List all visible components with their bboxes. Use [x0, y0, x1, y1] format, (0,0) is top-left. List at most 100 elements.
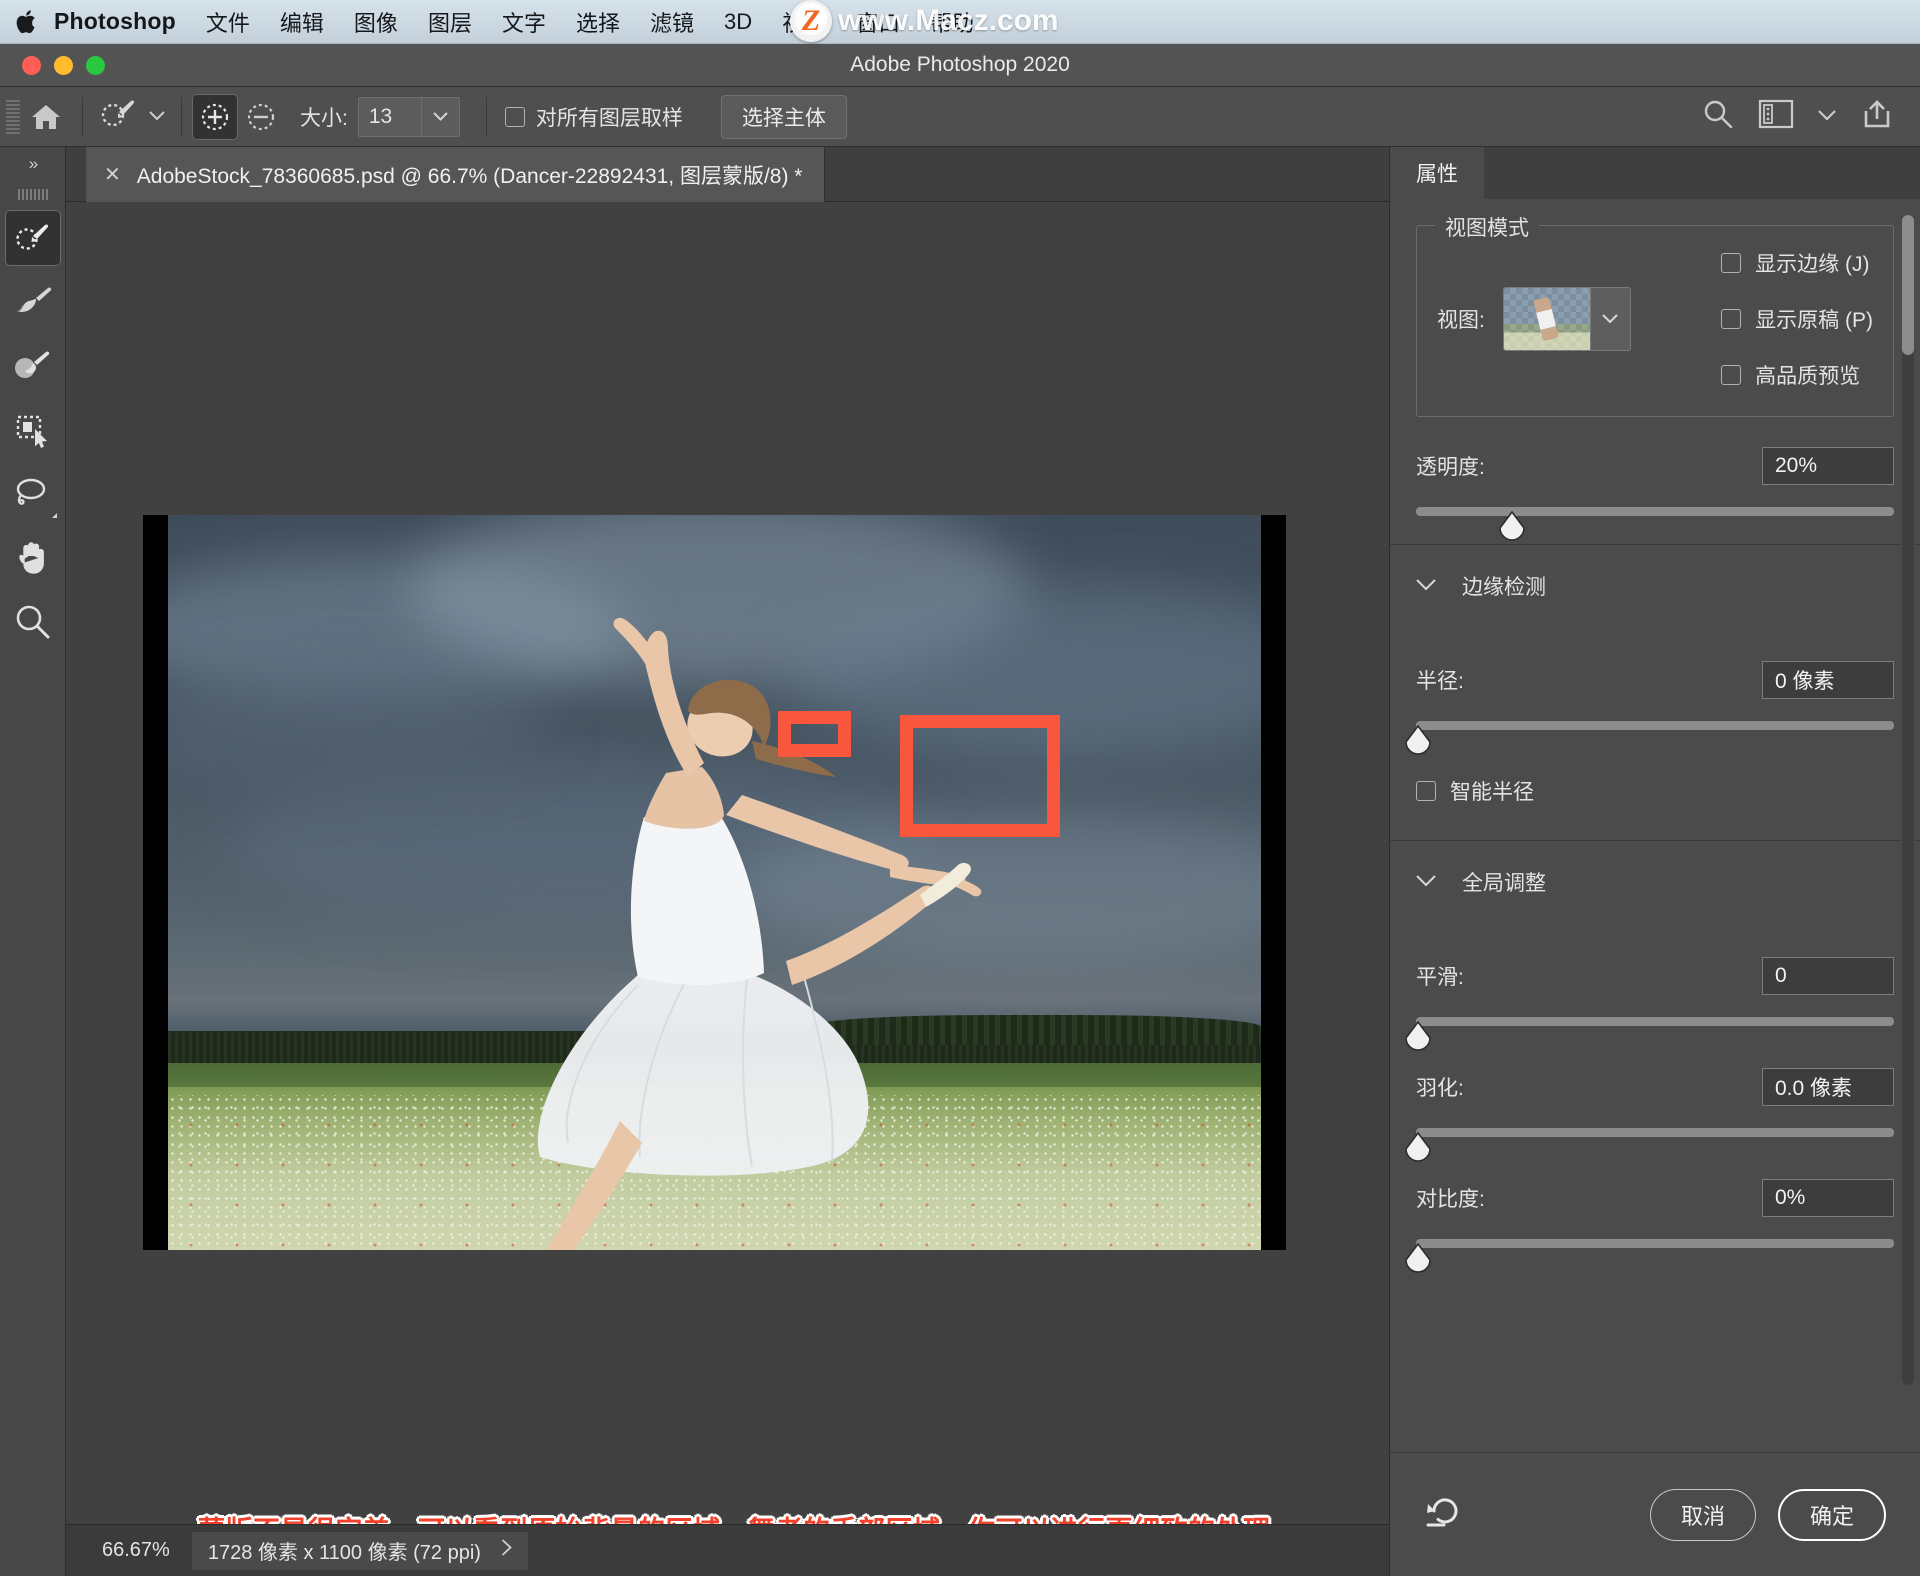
head-region-box [778, 711, 851, 757]
size-input[interactable]: 13 [357, 96, 460, 137]
opacity-slider-track[interactable] [1416, 507, 1894, 541]
radius-slider-handle[interactable] [1404, 724, 1432, 755]
chevron-down-icon[interactable] [420, 97, 459, 136]
chevron-right-icon[interactable] [501, 1539, 512, 1562]
feather-value[interactable]: 0.0 像素 [1762, 1068, 1894, 1106]
menu-item-select[interactable]: 选择 [576, 6, 620, 38]
sidebar-tool-quick-selection[interactable] [4, 210, 61, 266]
options-bar-grip[interactable] [6, 99, 20, 134]
annotation-caption: 蒙版不是很完美，可以看到原始背景的区域，舞者的手部区域，你可以进行更细致的处理 [198, 1509, 1271, 1524]
zoom-level[interactable]: 66.67% [102, 1539, 170, 1562]
sidebar-tool-lasso[interactable] [5, 466, 61, 522]
document-dimensions[interactable]: 1728 像素 x 1100 像素 (72 ppi) [191, 1531, 528, 1570]
ok-button[interactable]: 确定 [1777, 1488, 1886, 1541]
contrast-slider-handle[interactable] [1404, 1242, 1432, 1273]
canvas-area[interactable]: 蒙版不是很完美，可以看到原始背景的区域，舞者的手部区域，你可以进行更细致的处理 [66, 202, 1389, 1524]
radius-control: 半径: 0 像素 [1405, 661, 1894, 755]
cancel-button[interactable]: 取消 [1649, 1488, 1756, 1541]
panel-scrollbar-track[interactable] [1902, 215, 1914, 1385]
smooth-value[interactable]: 0 [1762, 957, 1894, 995]
checkbox-box[interactable] [1416, 781, 1436, 801]
view-label: 视图: [1437, 309, 1485, 332]
menu-item-view[interactable]: 视图 [782, 6, 826, 38]
menu-item-window[interactable]: 窗口 [856, 6, 900, 38]
size-value[interactable]: 13 [359, 98, 421, 136]
sidebar-tool-object-selection[interactable] [5, 402, 61, 458]
contrast-slider-track[interactable] [1405, 1239, 1894, 1273]
document-canvas[interactable] [143, 515, 1286, 1250]
sidebar-tool-hand[interactable] [5, 530, 61, 586]
edge-detection-section: 边缘检测 半径: 0 像素 智能半径 [1390, 545, 1920, 841]
chevron-down-icon[interactable] [1589, 288, 1630, 350]
window-title-bar: Adobe Photoshop 2020 [0, 44, 1920, 87]
macos-menu-bar: Photoshop 文件 编辑 图像 图层 文字 选择 滤镜 3D 视图 窗口 … [0, 0, 1920, 44]
menu-item-file[interactable]: 文件 [206, 6, 250, 38]
tool-group-indicator [51, 513, 57, 518]
smart-radius-checkbox[interactable]: 智能半径 [1416, 776, 1894, 806]
chevron-down-icon[interactable] [1818, 108, 1836, 126]
checkbox-box[interactable] [1721, 253, 1742, 273]
home-icon[interactable] [20, 97, 72, 137]
document-tab[interactable]: ✕ AdobeStock_78360685.psd @ 66.7% (Dance… [86, 147, 826, 202]
apple-icon[interactable] [0, 8, 54, 36]
smooth-slider-track[interactable] [1405, 1017, 1894, 1051]
opacity-control: 透明度: 20% [1416, 447, 1894, 541]
sidebar-tool-zoom[interactable] [5, 594, 61, 650]
show-edge-checkbox[interactable]: 显示边缘 (J) [1721, 248, 1873, 278]
radius-value[interactable]: 0 像素 [1762, 661, 1894, 699]
high-quality-preview-checkbox[interactable]: 高品质预览 [1721, 360, 1873, 390]
close-icon[interactable]: ✕ [104, 162, 121, 187]
share-icon[interactable] [1860, 98, 1894, 135]
feather-slider-track[interactable] [1405, 1128, 1894, 1162]
opacity-value[interactable]: 20% [1762, 447, 1894, 485]
menu-item-image[interactable]: 图像 [354, 6, 398, 38]
view-preview-dropdown[interactable] [1502, 287, 1631, 351]
size-label: 大小: [300, 106, 348, 130]
panel-scrollbar-thumb[interactable] [1902, 215, 1914, 355]
opacity-slider-handle[interactable] [1498, 510, 1526, 541]
tool-preset-picker[interactable] [93, 96, 171, 137]
reset-icon[interactable] [1424, 1493, 1464, 1536]
feather-slider-handle[interactable] [1404, 1131, 1432, 1162]
checkbox-box[interactable] [1721, 309, 1742, 329]
status-bar: 66.67% 1728 像素 x 1100 像素 (72 ppi) [66, 1524, 1391, 1576]
app-title: Adobe Photoshop 2020 [850, 53, 1070, 76]
smooth-slider-handle[interactable] [1404, 1020, 1432, 1051]
sample-all-layers-checkbox[interactable]: 对所有图层取样 [504, 102, 683, 132]
high-quality-preview-label: 高品质预览 [1755, 365, 1861, 388]
menu-item-edit[interactable]: 编辑 [280, 6, 324, 38]
sidebar-tool-brush[interactable] [5, 338, 61, 394]
search-icon[interactable] [1702, 98, 1734, 135]
checkbox-box[interactable] [1721, 365, 1742, 385]
chevron-down-icon[interactable] [1416, 871, 1436, 893]
tab-properties[interactable]: 属性 [1390, 147, 1484, 199]
show-original-checkbox[interactable]: 显示原稿 (P) [1721, 304, 1873, 334]
tools-panel: » [0, 147, 66, 1576]
menu-item-layer[interactable]: 图层 [428, 6, 472, 38]
contrast-control: 对比度: 0% [1405, 1179, 1894, 1273]
contrast-value[interactable]: 0% [1762, 1179, 1894, 1217]
menu-item-filter[interactable]: 滤镜 [650, 6, 694, 38]
view-mode-section: 视图模式 视图: 显示边缘 (J) 显示原稿 (P) 高品质预览 透明度: 20… [1390, 212, 1920, 545]
chevron-down-icon[interactable] [1416, 575, 1436, 597]
edge-detection-header[interactable]: 边缘检测 [1390, 545, 1920, 607]
checkbox-box[interactable] [504, 106, 525, 127]
radius-slider-track[interactable] [1405, 721, 1894, 755]
radius-label: 半径: [1416, 670, 1464, 693]
smooth-control: 平滑: 0 [1405, 957, 1894, 1051]
feather-control: 羽化: 0.0 像素 [1405, 1068, 1894, 1162]
chevron-down-icon[interactable] [149, 108, 165, 125]
global-refinements-header[interactable]: 全局调整 [1390, 841, 1920, 903]
selection-add-icon[interactable] [192, 93, 238, 140]
tools-panel-grip[interactable] [0, 181, 65, 207]
divider [82, 96, 83, 137]
menu-item-type[interactable]: 文字 [502, 6, 546, 38]
menu-item-3d[interactable]: 3D [724, 9, 752, 35]
workspace-icon[interactable] [1758, 99, 1794, 134]
selection-subtract-icon[interactable] [238, 94, 284, 140]
sidebar-tool-refine-edge-brush[interactable] [5, 274, 61, 330]
chevron-double-right-icon[interactable]: » [0, 147, 65, 181]
menu-item-help[interactable]: 帮助 [930, 6, 974, 38]
menu-app-name[interactable]: Photoshop [54, 8, 176, 35]
select-subject-button[interactable]: 选择主体 [720, 94, 847, 139]
